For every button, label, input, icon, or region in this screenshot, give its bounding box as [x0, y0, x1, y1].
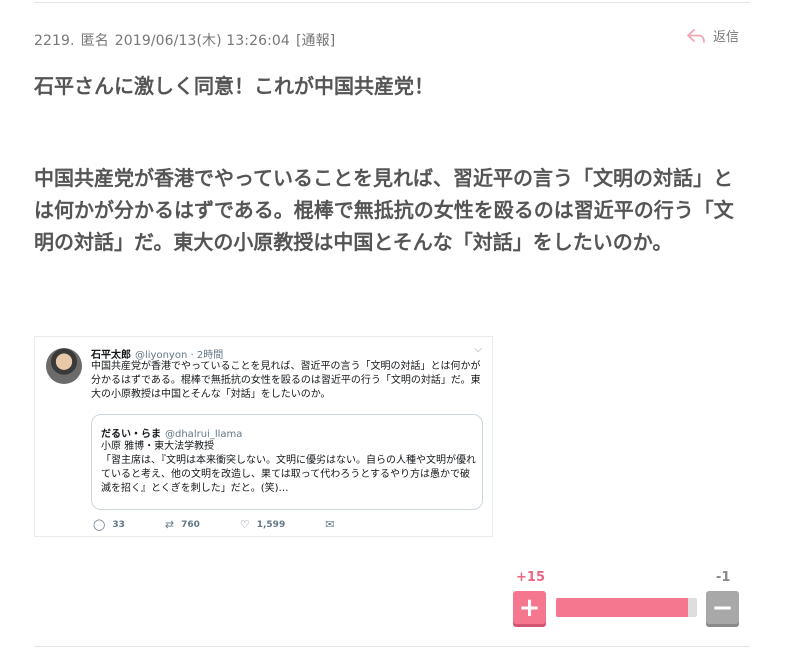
report-link[interactable]: [通報]: [296, 33, 335, 49]
plus-vote-count: +15: [516, 570, 545, 585]
tweet-dm: ✉: [325, 518, 341, 531]
tweet-actions: ◯ 33 ⇄ 760 ♡ 1,599 ✉: [93, 518, 381, 531]
minus-vote-count: -1: [716, 570, 731, 585]
quoted-author-name: だるい・らま: [101, 429, 161, 440]
comment-number: 2219.: [34, 33, 75, 49]
quoted-line-2: 「習主席は、『文明は本来衝突しない。文明に優劣はない。自らの人種や文明が優れてい…: [101, 455, 476, 494]
comment-line-2: 中国共産党が香港でやっていることを見れば、習近平の言う「文明の対話」とは何かが分…: [34, 166, 734, 254]
comment-datetime: 2019/06/13(木) 13:26:04: [114, 33, 290, 49]
tweet-screenshot-image: 石平太郎 @liyonyon · 2時間 ⌵ 中国共産党が香港でやっていることを見…: [34, 336, 493, 537]
like-count: 1,599: [256, 519, 286, 530]
comment-meta: 2219. 匿名 2019/06/13(木) 13:26:04 [通報]: [34, 30, 341, 50]
quoted-tweet-header: だるい・らま @dhalrui_llama: [101, 425, 242, 440]
reply-button[interactable]: 返信: [686, 26, 739, 45]
reply-arrow-icon: [687, 28, 705, 43]
plus-vote-button[interactable]: +: [513, 591, 546, 624]
tweet-reply-count: ◯ 33: [93, 518, 125, 531]
comment-body: 石平さんに激しく同意！これが中国共産党！ 中国共産党が香港でやっていることを見れ…: [34, 70, 750, 258]
vote-ratio-bar: [556, 598, 697, 617]
top-divider: [34, 2, 750, 3]
minus-icon: −: [711, 592, 734, 623]
bottom-divider: [34, 646, 750, 647]
quoted-line-1: 小原 雅博・東大法学教授: [101, 441, 215, 452]
speech-bubble-icon: ◯: [93, 518, 106, 531]
tweet-header: 石平太郎 @liyonyon · 2時間: [91, 346, 223, 361]
reply-count: 33: [112, 519, 125, 530]
reply-label: 返信: [713, 30, 740, 45]
minus-vote-button[interactable]: −: [706, 591, 739, 624]
plus-icon: +: [518, 592, 541, 623]
tweet-like-count: ♡ 1,599: [240, 518, 285, 531]
quoted-tweet: だるい・らま @dhalrui_llama 小原 雅博・東大法学教授 「習主席は、…: [91, 414, 483, 510]
heart-icon: ♡: [239, 518, 250, 531]
quoted-tweet-text: 小原 雅博・東大法学教授 「習主席は、『文明は本来衝突しない。文明に優劣はない。…: [101, 440, 476, 496]
vote-ratio-fill: [556, 598, 689, 617]
tweet-avatar: [46, 348, 82, 384]
comment-author: 匿名: [80, 33, 109, 49]
tweet-text: 中国共産党が香港でやっていることを見れば、習近平の言う「文明の対話」とは何かが分…: [91, 361, 481, 400]
retweet-count: 760: [181, 519, 200, 530]
tweet-retweet-count: ⇄ 760: [165, 518, 200, 531]
envelope-icon: ✉: [325, 518, 335, 531]
quoted-handle: @dhalrui_llama: [165, 429, 243, 440]
chevron-down-icon: ⌵: [474, 344, 482, 355]
retweet-icon: ⇄: [164, 518, 175, 531]
comment-line-1: 石平さんに激しく同意！これが中国共産党！: [34, 74, 434, 98]
